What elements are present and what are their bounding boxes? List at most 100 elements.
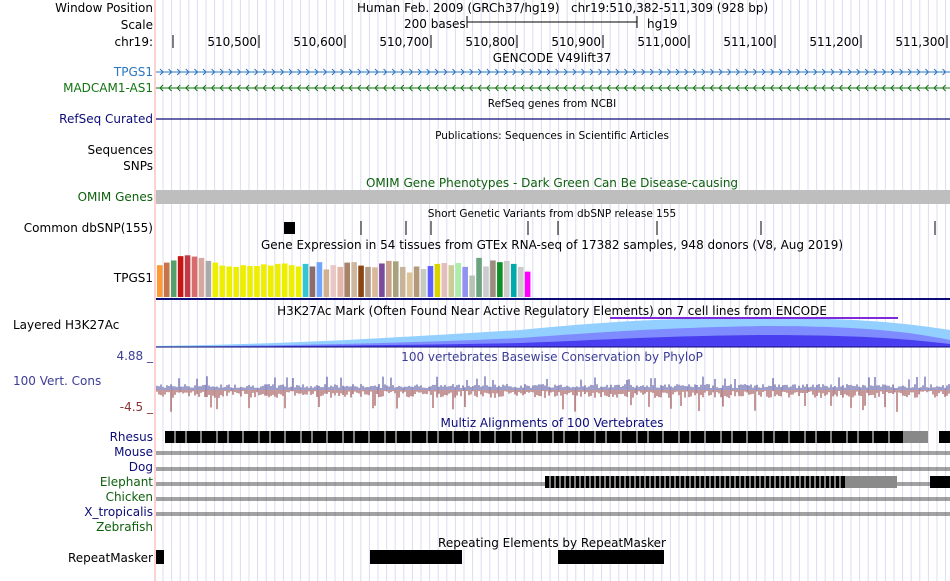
species-label-dog[interactable]: Dog (129, 460, 153, 474)
db-text: hg19 (647, 17, 678, 31)
gtex-tissue-bar (483, 266, 489, 297)
gtex-tissue-bar (372, 267, 378, 297)
gtex-tissue-bar (399, 266, 406, 297)
alignment-block-elephant-partial (845, 476, 897, 488)
gtex-tissue-bar (163, 262, 170, 297)
gtex-tissue-bar (268, 265, 274, 297)
gtex-tissue-bar (413, 266, 420, 297)
dbsnp-label[interactable]: Common dbSNP(155) (24, 221, 153, 235)
species-label-mouse[interactable]: Mouse (114, 445, 153, 459)
gtex-tissue-bar (309, 266, 316, 297)
repeatmasker-title: Repeating Elements by RepeatMasker (438, 536, 666, 550)
gtex-tissue-bar (191, 256, 198, 297)
chrom-label: chr19: (114, 35, 153, 49)
ruler-tick-label: 511,000 (637, 35, 687, 49)
species-label-elephant[interactable]: Elephant (100, 475, 153, 489)
phylop-max-label: 4.88 _ (116, 349, 153, 363)
gtex-tissue-bar (219, 265, 226, 297)
gtex-tissue-bar (392, 261, 399, 297)
gtex-tissue-bar (157, 265, 163, 297)
alignment-block-rhesus-partial (903, 431, 928, 443)
h3k27ac-label[interactable]: Layered H3K27Ac (13, 318, 119, 332)
species-label-chicken[interactable]: Chicken (106, 490, 153, 504)
gtex-tissue-bar (358, 265, 364, 297)
scale-label: Scale (120, 18, 153, 32)
gene-label-tpgs1[interactable]: TPGS1 (114, 65, 153, 79)
snp-cluster (284, 222, 295, 234)
phylop-label[interactable]: 100 Vert. Cons (13, 374, 101, 388)
multiz-title: Multiz Alignments of 100 Vertebrates (440, 416, 664, 430)
gtex-tissue-bar (261, 264, 267, 297)
gtex-tissue-bar (476, 257, 482, 297)
gtex-tissue-bar (337, 266, 344, 297)
refseq-title: RefSeq genes from NCBI (487, 98, 617, 110)
assembly-text: Human Feb. 2009 (GRCh37/hg19) chr19:510,… (357, 1, 768, 15)
ruler-tick-label: 511,200 (809, 35, 859, 49)
gtex-tissue-bar (323, 269, 330, 297)
gtex-tissue-bar (177, 256, 184, 297)
gtex-tissue-bar (497, 262, 503, 297)
ruler-tick-label: 510,800 (465, 35, 515, 49)
window-position-label: Window Position (55, 1, 153, 15)
gtex-tissue-bar (365, 266, 371, 297)
gtex-tissue-bar (448, 265, 455, 297)
gtex-tissue-bar (504, 260, 510, 297)
gtex-tissue-bar (469, 275, 475, 297)
gtex-tissue-bar (281, 263, 288, 297)
dbsnp-title: Short Genetic Variants from dbSNP releas… (427, 208, 677, 220)
ruler-tick-label: 510,500 (207, 35, 257, 49)
alignment-block-elephant (930, 476, 950, 488)
gtex-tissue-bar (379, 263, 385, 297)
gtex-tissue-bar (295, 266, 302, 297)
scale-bar-text: 200 bases (404, 17, 466, 31)
gtex-tissue-bar (330, 265, 337, 297)
species-label-zebrafish[interactable]: Zebrafish (96, 520, 153, 534)
repeat-element (156, 550, 164, 564)
ruler-tick-label: 511,300 (895, 35, 945, 49)
gtex-tissue-bar (386, 260, 392, 297)
omim-label[interactable]: OMIM Genes (78, 190, 153, 204)
gtex-tissue-bar (302, 263, 309, 297)
alignment-block-rhesus (939, 431, 950, 443)
pubs-sequences-label[interactable]: Sequences (88, 143, 153, 157)
omim-bar (156, 190, 950, 204)
gtex-tissue-bar (406, 272, 413, 297)
gtex-tissue-bar (205, 260, 212, 297)
gencode-title[interactable]: GENCODE V49lift37 (493, 51, 611, 65)
gene-label-madcam1-as1[interactable]: MADCAM1-AS1 (63, 81, 153, 95)
phylop-track (156, 376, 950, 412)
gtex-tissue-bar (351, 262, 357, 297)
gtex-tissue-bar (288, 265, 295, 297)
gtex-tissue-bar (240, 265, 246, 297)
gtex-tissue-bar (233, 266, 239, 297)
phylop-min-label: -4.5 _ (119, 400, 153, 414)
refseq-label[interactable]: RefSeq Curated (59, 112, 153, 126)
gtex-tissue-bar (517, 266, 524, 297)
gtex-tissue-bar (170, 260, 177, 297)
ruler-tick-label: 510,700 (379, 35, 429, 49)
gtex-tissue-bar (427, 266, 434, 297)
dbsnp-track (284, 221, 936, 235)
pubs-snps-label[interactable]: SNPs (123, 159, 153, 173)
position-text: chr19:510,382-511,309 (928 bp) (570, 1, 769, 15)
gtex-tissue-bar (490, 260, 496, 297)
repeat-element (370, 550, 462, 564)
repeatmasker-label[interactable]: RepeatMasker (68, 551, 153, 565)
gtex-tissue-bar (524, 271, 531, 297)
species-label-rhesus[interactable]: Rhesus (110, 430, 153, 444)
gtex-tissue-bar (316, 262, 323, 297)
alignment-block-rhesus (165, 431, 903, 443)
ruler-tick-label: 511,100 (723, 35, 773, 49)
gtex-title: Gene Expression in 54 tissues from GTEx … (260, 238, 844, 252)
gtex-tissue-bar (254, 266, 260, 297)
gtex-tissue-bar (420, 269, 427, 297)
species-label-x-tropicalis[interactable]: X_tropicalis (84, 505, 153, 519)
gtex-tissue-bar (226, 266, 232, 297)
gtex-tissue-bar (455, 263, 462, 297)
gtex-tissue-bar (434, 263, 441, 297)
gtex-label[interactable]: TPGS1 (114, 271, 153, 285)
gtex-tissue-bar (510, 263, 517, 297)
gtex-tissue-bar (344, 262, 350, 297)
assembly-name: Human Feb. 2009 (GRCh37/hg19) (357, 1, 560, 15)
gtex-tissue-bar (441, 263, 448, 297)
